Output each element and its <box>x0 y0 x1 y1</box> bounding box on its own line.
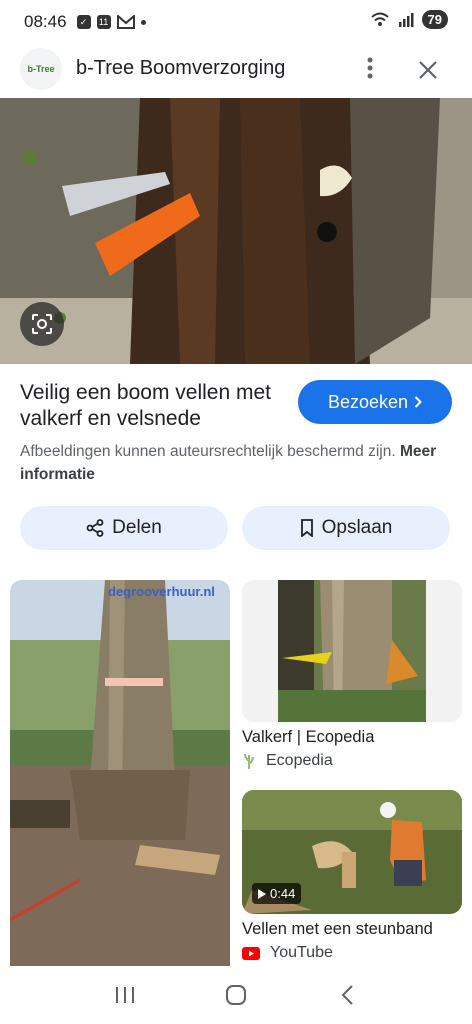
google-lens-icon <box>32 314 52 334</box>
related-source-label-2: Ecopedia <box>266 752 333 769</box>
save-button[interactable]: Opslaan <box>242 506 450 550</box>
site-title[interactable]: b-Tree Boomverzorging <box>76 57 285 80</box>
home-icon <box>225 985 246 1005</box>
close-button[interactable] <box>412 54 444 86</box>
lens-button[interactable] <box>20 302 64 346</box>
tree-felling-photo <box>0 98 472 364</box>
ecopedia-icon <box>244 753 254 769</box>
home-button[interactable] <box>216 975 256 1015</box>
result-title: Veilig een boom vellen met valkerf en ve… <box>20 381 271 430</box>
chevron-right-icon <box>414 396 422 408</box>
video-duration: 0:44 <box>252 883 302 904</box>
battery-indicator: 79 <box>421 10 448 29</box>
visit-button-label: Bezoeken <box>327 391 409 412</box>
share-icon <box>86 519 104 537</box>
related-image-3[interactable]: 0:44 <box>242 790 462 914</box>
status-bar: 08:46 ✓ 11 79 <box>0 0 472 44</box>
back-button[interactable] <box>327 975 367 1015</box>
bookmark-icon <box>300 519 313 537</box>
page-header: b-Tree b-Tree Boomverzorging <box>0 44 472 98</box>
valkerf-photo <box>242 580 462 722</box>
hero-image[interactable] <box>0 98 472 364</box>
tree-notch-photo <box>10 580 230 966</box>
copyright-notice: Afbeeldingen kunnen auteursrechtelijk be… <box>20 440 450 486</box>
calendar-notification-icon: 11 <box>96 15 111 29</box>
status-time: 08:46 <box>24 12 67 31</box>
site-logo-text: b-Tree <box>27 64 55 74</box>
back-icon <box>341 985 353 1005</box>
notification-icons: ✓ 11 <box>76 15 146 29</box>
check-notification-icon: ✓ <box>76 15 91 29</box>
related-image-1[interactable]: degrooverhuur.nl <box>10 580 230 966</box>
play-icon <box>258 888 266 899</box>
recent-apps-icon <box>116 987 135 1003</box>
recent-apps-button[interactable] <box>105 975 145 1015</box>
system-nav-bar <box>0 966 472 1024</box>
close-icon <box>419 61 437 79</box>
visit-button[interactable]: Bezoeken <box>298 380 452 424</box>
related-source-3[interactable]: YouTube <box>242 944 333 962</box>
signal-icon <box>398 12 414 27</box>
image-watermark: degrooverhuur.nl <box>108 584 215 599</box>
share-label: Delen <box>112 517 162 538</box>
site-logo[interactable]: b-Tree <box>20 48 62 90</box>
copyright-text: Afbeeldingen kunnen auteursrechtelijk be… <box>20 443 396 460</box>
youtube-icon <box>242 946 260 960</box>
related-title-3[interactable]: Vellen met een steunband <box>242 920 433 939</box>
related-source-2[interactable]: Ecopedia <box>242 752 333 770</box>
more-vert-icon <box>367 57 373 79</box>
save-label: Opslaan <box>321 517 393 538</box>
related-title-2[interactable]: Valkerf | Ecopedia <box>242 728 374 747</box>
more-notifications-dot <box>140 19 146 25</box>
gmail-icon <box>116 15 135 29</box>
more-options-button[interactable] <box>356 54 384 82</box>
related-image-2[interactable] <box>242 580 462 722</box>
wifi-icon <box>370 12 389 26</box>
duration-label: 0:44 <box>270 886 296 901</box>
share-button[interactable]: Delen <box>20 506 228 550</box>
related-source-label-3: YouTube <box>270 944 333 961</box>
